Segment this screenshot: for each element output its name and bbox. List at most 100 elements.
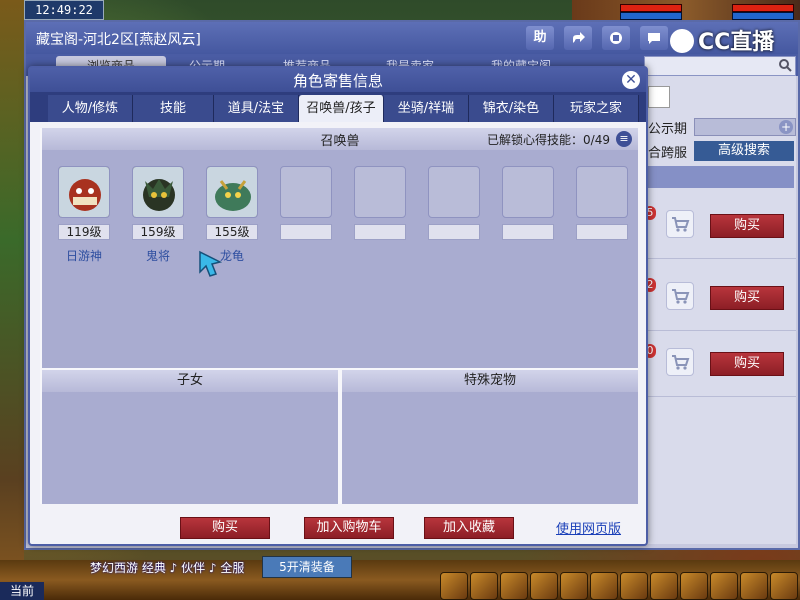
tab-character[interactable]: 人物/修炼 [48,95,133,122]
advanced-search-button[interactable]: 高级搜索 [694,141,794,161]
plus-icon[interactable]: + [779,120,793,134]
skill-icon[interactable] [470,572,498,600]
pet-level: 159级 [132,224,184,240]
filter-checkbox[interactable] [648,86,670,108]
message-button[interactable] [640,26,668,50]
dialog-tabs: 人物/修炼 技能 道具/法宝 召唤兽/孩子 坐骑/祥瑞 锦衣/染色 玩家之家 [30,92,646,122]
character-status-hud [572,0,800,22]
cross-server-label: 合跨服 [648,146,688,161]
public-period-label: 公示期 [648,122,688,137]
settings-icon[interactable] [740,572,768,600]
pet-level [280,224,332,240]
cc-live-watermark: CC直播 [670,28,790,58]
player-hp-bar [620,4,682,12]
pet-name[interactable]: 日游神 [54,247,114,264]
record-icon [610,32,622,44]
use-web-version-link[interactable]: 使用网页版 [556,518,621,537]
cart-button[interactable] [666,282,694,310]
tab-skills[interactable]: 技能 [133,95,214,122]
add-to-cart-button[interactable]: 加入购物车 [304,517,394,539]
bag-icon[interactable] [440,572,468,600]
empty-pet-slot [502,166,554,218]
system-icon[interactable] [770,572,798,600]
friend-icon[interactable] [530,572,558,600]
empty-pet-slot [428,166,480,218]
game-left-hud [0,0,24,600]
guild-icon[interactable] [590,572,618,600]
role-sale-dialog: 角色寄售信息 ✕ 人物/修炼 技能 道具/法宝 召唤兽/孩子 坐骑/祥瑞 锦衣/… [28,66,648,546]
pet-hp-bar [732,4,794,12]
task-icon[interactable] [560,572,588,600]
empty-pet-slot [354,166,406,218]
treasure-title: 藏宝阁-河北2区[燕赵风云] [36,32,201,48]
cc-logo-icon [670,29,694,53]
pet-level [354,224,406,240]
special-pets-title: 特殊宠物 [342,370,638,392]
share-button[interactable] [564,26,592,50]
pets-panel: 召唤兽 已解锁心得技能：0/49 ≡ 119级 159级 155级 日游神 鬼将… [42,128,638,368]
pets-panel-header: 召唤兽 已解锁心得技能：0/49 ≡ [42,128,638,150]
tab-items[interactable]: 道具/法宝 [214,95,299,122]
mail-icon[interactable] [710,572,738,600]
pet-name[interactable]: 鬼将 [128,247,188,264]
pet-level: 155级 [206,224,258,240]
pet-level: 119级 [58,224,110,240]
tab-home[interactable]: 玩家之家 [554,95,639,122]
help-button[interactable]: 助 [526,26,554,50]
cart-button[interactable] [666,210,694,238]
shop-icon[interactable] [650,572,678,600]
team-icon[interactable] [500,572,528,600]
unlocked-skills: 已解锁心得技能：0/49 [487,131,610,148]
player-mp-bar [620,12,682,20]
message-icon [648,33,660,44]
game-clock: 12:49:22 [24,0,104,20]
pet-level [428,224,480,240]
game-cursor-icon [199,250,223,277]
cart-icon [672,289,690,304]
record-button[interactable] [602,26,630,50]
share-icon [573,32,585,43]
watermark-text: CC直播 [698,30,775,55]
close-button[interactable]: ✕ [622,71,640,89]
search-icon [779,59,792,72]
pet-slot[interactable] [132,166,184,218]
search-input[interactable] [644,56,796,76]
tab-outfits[interactable]: 锦衣/染色 [469,95,554,122]
pet-portrait-icon [59,167,109,217]
buy-button[interactable]: 购买 [710,286,784,310]
empty-pet-slot [280,166,332,218]
pet-level [576,224,628,240]
add-to-favorites-button[interactable]: 加入收藏 [424,517,514,539]
cart-button[interactable] [666,348,694,376]
tab-pets[interactable]: 召唤兽/孩子 [299,95,384,122]
clean-equipment-button[interactable]: 5开清装备 [262,556,352,578]
buy-button[interactable]: 购买 [180,517,270,539]
result-row: 0 购买 [644,334,796,397]
results-header [644,166,794,188]
dialog-title-bar: 角色寄售信息 ✕ [30,68,646,92]
game-marquee: 梦幻西游 经典 ♪ 伙伴 ♪ 全服 [90,561,245,575]
special-pets-panel: 特殊宠物 [342,370,638,504]
map-icon[interactable] [620,572,648,600]
pet-portrait-icon [207,167,257,217]
buy-button[interactable]: 购买 [710,352,784,376]
cart-icon [672,217,690,232]
result-row: 2 购买 [644,268,796,331]
public-period-field[interactable]: + [694,118,796,136]
dialog-title: 角色寄售信息 [292,72,383,90]
buy-button[interactable]: 购买 [710,214,784,238]
empty-pet-slot [576,166,628,218]
pet-portrait-icon [133,167,183,217]
pet-slot[interactable] [58,166,110,218]
pet-mp-bar [732,12,794,20]
current-channel-button[interactable]: 当前 [0,582,44,600]
tab-mounts[interactable]: 坐骑/祥瑞 [384,95,469,122]
activity-icon[interactable] [680,572,708,600]
unlocked-skills-label: 已解锁心得技能： [487,133,584,147]
pet-slot[interactable] [206,166,258,218]
list-menu-icon[interactable]: ≡ [616,131,632,147]
children-panel-title: 子女 [42,370,338,392]
pet-level [502,224,554,240]
result-row: 5 购买 [644,196,796,259]
dialog-body: 召唤兽 已解锁心得技能：0/49 ≡ 119级 159级 155级 日游神 鬼将… [40,128,638,504]
